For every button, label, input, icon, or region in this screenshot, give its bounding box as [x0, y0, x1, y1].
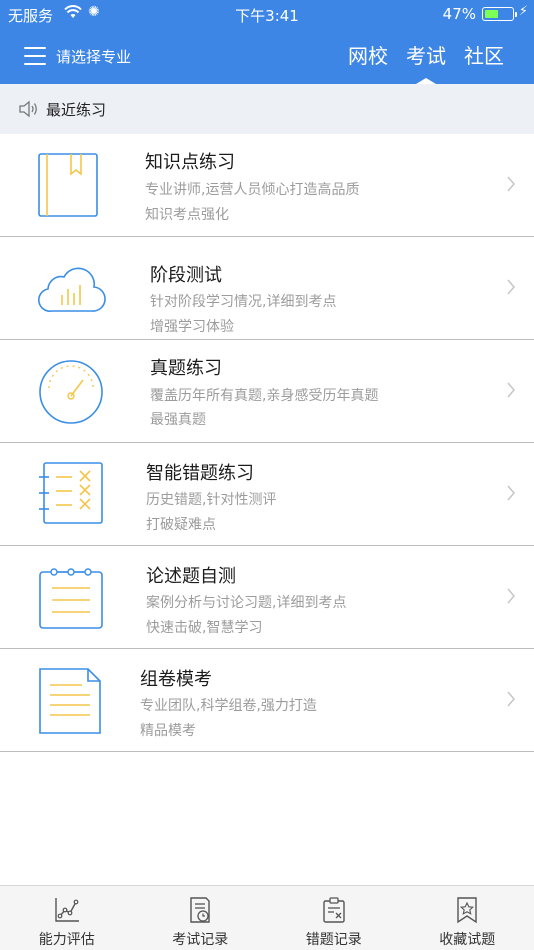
item-title: 论述题自测: [146, 566, 236, 587]
item-desc: 专业团队,科学组卷,强力打造: [140, 698, 317, 714]
top-nav: 请选择专业 网校 考试 社区: [0, 28, 534, 84]
item-desc-secondary: 最强真题: [150, 412, 206, 428]
tab-label: 考试记录: [172, 932, 229, 948]
list-item-essay-self-test[interactable]: 论述题自测 案例分析与讨论习题,详细到考点 快速击破,智慧学习: [0, 546, 534, 649]
item-desc: 案例分析与讨论习题,详细到考点: [146, 595, 347, 611]
item-desc-secondary: 快速击破,智慧学习: [146, 620, 263, 636]
cloud-chart-icon: [38, 267, 106, 312]
tab-community[interactable]: 社区: [464, 40, 504, 69]
bottom-tab-bar: 能力评估 考试记录 错题记录 收藏试题: [0, 885, 534, 950]
select-major-label: 请选择专业: [56, 47, 132, 66]
chevron-right-icon: [507, 279, 515, 295]
select-major-button[interactable]: 请选择专业: [24, 44, 131, 68]
tab-school[interactable]: 网校: [348, 40, 388, 69]
line-chart-icon: [55, 898, 79, 922]
book-icon: [38, 153, 98, 217]
item-desc: 针对阶段学习情况,详细到考点: [150, 294, 337, 310]
tab-label: 收藏试题: [439, 932, 496, 948]
item-desc-secondary: 增强学习体验: [150, 319, 234, 335]
item-desc: 历史错题,针对性测评: [146, 492, 277, 508]
top-tabs: 网校 考试 社区: [348, 40, 504, 84]
item-desc-secondary: 精品模考: [140, 723, 196, 739]
gauge-icon: [39, 360, 103, 424]
tab-wrong-record[interactable]: 错题记录: [267, 886, 401, 950]
tab-favorite-questions[interactable]: 收藏试题: [401, 886, 534, 950]
hamburger-menu-icon: [24, 47, 46, 65]
list-item-stage-test[interactable]: 阶段测试 针对阶段学习情况,详细到考点 增强学习体验: [0, 237, 534, 340]
chevron-right-icon: [507, 588, 515, 604]
recent-practice-banner[interactable]: 最近练习: [0, 84, 534, 134]
practice-list: 知识点练习 专业讲师,运营人员倾心打造高品质 知识考点强化 阶段测试 针对阶段学…: [0, 134, 534, 752]
chevron-right-icon: [507, 485, 515, 501]
bookmark-star-icon: [457, 897, 477, 924]
exam-record-icon: [190, 897, 210, 923]
chevron-right-icon: [507, 691, 515, 707]
app-header: 无服务 ✺ 下午3:41 47% ⚡ 请选择专业 网校 考试 社区: [0, 0, 534, 84]
chevron-right-icon: [507, 382, 515, 398]
battery-percent: 47%: [442, 5, 476, 23]
item-desc-secondary: 打破疑难点: [146, 517, 216, 533]
tab-ability-assessment[interactable]: 能力评估: [0, 886, 134, 950]
chevron-right-icon: [507, 176, 515, 192]
item-title: 阶段测试: [150, 265, 222, 286]
tab-label: 错题记录: [305, 932, 362, 948]
wrong-list-icon: [39, 462, 103, 524]
item-desc-secondary: 知识考点强化: [145, 207, 229, 223]
list-item-knowledge-practice[interactable]: 知识点练习 专业讲师,运营人员倾心打造高品质 知识考点强化: [0, 134, 534, 237]
notepad-icon: [39, 568, 103, 629]
battery-icon: [482, 7, 517, 21]
item-desc: 专业讲师,运营人员倾心打造高品质: [145, 182, 360, 198]
list-item-mock-exam[interactable]: 组卷模考 专业团队,科学组卷,强力打造 精品模考: [0, 649, 534, 752]
battery-fill: [485, 10, 498, 18]
charging-bolt-icon: ⚡: [518, 4, 528, 19]
document-icon: [39, 668, 101, 734]
status-bar: 无服务 ✺ 下午3:41 47% ⚡: [0, 0, 534, 28]
item-title: 真题练习: [150, 358, 222, 379]
tab-exam-record[interactable]: 考试记录: [134, 886, 268, 950]
item-title: 组卷模考: [140, 669, 212, 690]
item-title: 智能错题练习: [146, 463, 254, 484]
list-item-smart-wrong-practice[interactable]: 智能错题练习 历史错题,针对性测评 打破疑难点: [0, 443, 534, 546]
tab-exam[interactable]: 考试: [406, 40, 446, 84]
list-item-past-exam-practice[interactable]: 真题练习 覆盖历年所有真题,亲身感受历年真题 最强真题: [0, 340, 534, 443]
tab-label: 能力评估: [38, 932, 95, 948]
recent-practice-label: 最近练习: [46, 100, 107, 119]
item-desc: 覆盖历年所有真题,亲身感受历年真题: [150, 388, 379, 404]
item-title: 知识点练习: [145, 152, 235, 173]
speaker-icon: [19, 100, 37, 118]
wrong-record-icon: [323, 897, 345, 923]
